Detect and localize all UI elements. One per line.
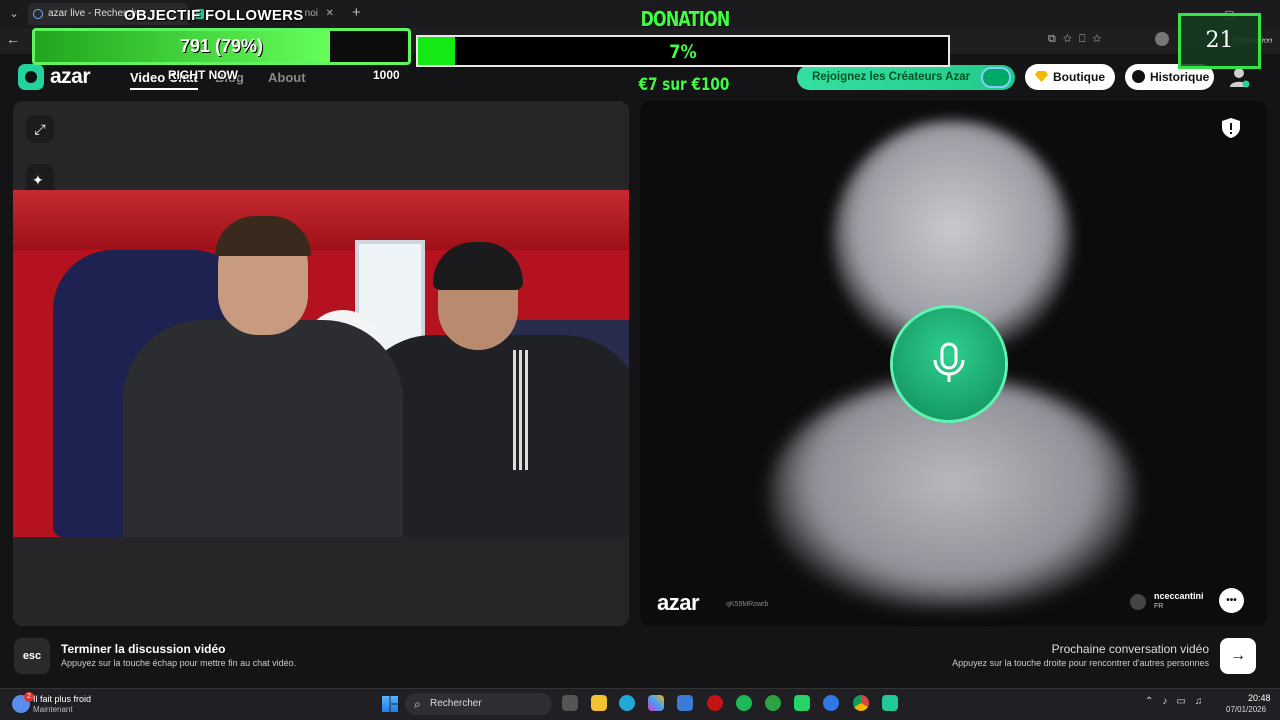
microphone-button[interactable] <box>893 308 1005 420</box>
donation-progress-fill <box>418 37 456 65</box>
chrome-icon[interactable] <box>853 695 869 711</box>
taskbar-date[interactable]: 07/01/2026 <box>1226 705 1266 714</box>
watermark-id: qK59MRowrb <box>726 601 769 608</box>
donation-percent: 7% <box>669 41 697 63</box>
ccleaner-icon[interactable] <box>823 695 839 711</box>
spotify-icon[interactable] <box>736 695 752 711</box>
followers-subtitle: RIGHT NOW <box>168 68 238 82</box>
chat-bubble-icon[interactable]: ••• <box>1219 588 1244 613</box>
donation-amount: €7 sur €100 <box>638 75 730 95</box>
opera-icon[interactable] <box>707 695 723 711</box>
next-chat-button[interactable]: → <box>1220 638 1256 674</box>
azar-app-icon[interactable] <box>882 695 898 711</box>
toolbar-icons[interactable]: ⧉☆⎕☆ <box>1048 33 1108 46</box>
xbox-icon[interactable] <box>765 695 781 711</box>
tab-list-icon[interactable]: ⌄ <box>6 6 22 22</box>
profile-icon[interactable] <box>1155 32 1169 46</box>
peer-avatar <box>1130 594 1146 610</box>
donation-title: DONATION <box>640 7 731 31</box>
close-tab-icon[interactable]: ✕ <box>326 3 334 25</box>
creators-badge-icon <box>981 67 1011 88</box>
followers-goal-value: 1000 <box>373 68 400 82</box>
task-view-icon[interactable] <box>562 695 578 711</box>
next-chat-title: Prochaine conversation vidéo <box>1051 642 1209 656</box>
nav-about[interactable]: About <box>268 70 306 85</box>
back-button[interactable]: ← <box>6 31 20 47</box>
clock-icon <box>1132 70 1145 83</box>
whatsapp-icon[interactable] <box>794 695 810 711</box>
expand-icon[interactable]: ⤢ <box>26 115 54 143</box>
join-creators-label: Rejoignez les Créateurs Azar <box>812 71 971 83</box>
gem-icon <box>1035 71 1048 82</box>
windows-taskbar <box>0 688 1280 720</box>
taskbar-time[interactable]: 20:48 <box>1248 693 1271 703</box>
more-options-icon[interactable]: ⋯ <box>1262 33 1273 46</box>
copilot-icon[interactable] <box>648 695 664 711</box>
search-tab-icon <box>33 9 43 19</box>
peer-name: nceccantini <box>1154 591 1204 601</box>
donation-progress-bar: 7% <box>416 35 950 67</box>
next-chat-hint: Appuyez sur la touche droite pour rencon… <box>952 658 1209 668</box>
azar-watermark: azar <box>657 590 700 615</box>
logo-text: azar <box>50 65 91 88</box>
followers-progress-bar: 791 (79%) <box>32 28 411 65</box>
azar-logo-icon <box>18 64 44 90</box>
report-shield-icon[interactable] <box>1222 118 1240 138</box>
weather-subtitle: Maintenant <box>33 705 73 714</box>
peer-country: FR <box>1154 603 1164 610</box>
self-camera-feed <box>13 190 629 537</box>
stream-counter: 21 <box>1178 13 1261 69</box>
user-account-icon[interactable] <box>1228 66 1250 88</box>
edge-icon[interactable] <box>619 695 635 711</box>
shop-button[interactable]: Boutique <box>1025 64 1115 90</box>
history-label: Historique <box>1150 70 1210 84</box>
weather-icon[interactable]: 2 <box>12 692 34 713</box>
shop-label: Boutique <box>1053 70 1105 84</box>
nav-active-indicator <box>130 88 198 90</box>
file-explorer-icon[interactable] <box>591 695 607 711</box>
store-icon[interactable] <box>677 695 693 711</box>
new-tab-button[interactable]: + <box>352 4 361 21</box>
followers-progress-value: 791 (79%) <box>179 36 264 56</box>
join-creators-button[interactable]: Rejoignez les Créateurs Azar <box>797 65 1015 90</box>
followers-goal-title: OBJECTIF FOLLOWERS <box>124 7 304 24</box>
taskbar-search[interactable]: Rechercher <box>405 693 552 715</box>
system-tray-icons[interactable]: ⌃♪▭♫ <box>1145 696 1211 707</box>
weather-title[interactable]: Il fait plus froid <box>33 694 91 704</box>
azar-logo[interactable]: azar <box>18 64 91 90</box>
microphone-icon <box>933 342 965 382</box>
sparkle-icon[interactable]: ✦ <box>32 172 44 189</box>
tab-label: noi <box>304 8 318 19</box>
